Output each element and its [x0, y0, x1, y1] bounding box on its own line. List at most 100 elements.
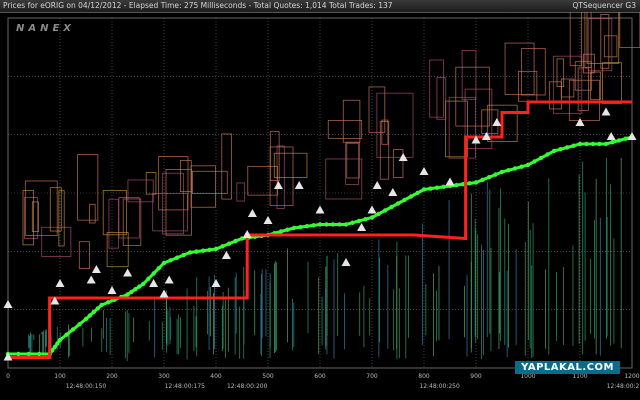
trade-dot — [402, 197, 407, 203]
trade-dot — [194, 249, 199, 254]
trade-marker — [91, 265, 101, 273]
trade-dot — [499, 169, 505, 175]
quote-box — [521, 48, 546, 96]
quote-box — [600, 14, 610, 69]
x-tick-label: 700 — [366, 373, 378, 380]
quote-box — [190, 165, 216, 208]
trade-dot — [87, 313, 93, 318]
x-tick-label: 1100 — [572, 373, 587, 380]
trade-marker — [341, 258, 351, 266]
trade-dot — [610, 140, 615, 145]
trade-marker — [606, 132, 616, 140]
app-name: QTSequencer G3 — [572, 1, 636, 10]
trade-dot — [480, 177, 485, 183]
trade-marker — [149, 279, 159, 287]
trade-dot — [317, 222, 323, 227]
time-label: 12:48:00:175 — [165, 383, 206, 390]
trade-dot — [525, 162, 531, 168]
trade-dot — [52, 344, 57, 350]
trade-dot — [311, 223, 316, 228]
trade-dot — [187, 250, 193, 255]
x-tick-label: 300 — [158, 373, 170, 380]
trade-dot — [207, 247, 212, 253]
quote-box — [269, 146, 294, 206]
trade-marker — [3, 300, 13, 308]
quote-box — [78, 241, 90, 269]
quote-box — [586, 12, 620, 64]
trade-dot — [415, 190, 420, 196]
trade-marker — [388, 188, 398, 196]
trade-marker — [627, 132, 637, 140]
trade-marker — [273, 181, 283, 189]
trade-dot — [99, 302, 104, 308]
trade-marker — [164, 275, 174, 284]
trade-dot — [156, 266, 161, 271]
quote-box — [122, 198, 142, 246]
trade-dot — [91, 309, 97, 315]
quote-box — [603, 35, 618, 58]
quote-box — [346, 141, 360, 179]
quote-box — [577, 67, 589, 111]
trade-marker — [445, 177, 455, 186]
quote-box — [455, 66, 490, 127]
trade-dot — [571, 143, 576, 148]
trade-dot — [37, 351, 42, 357]
quote-box — [145, 172, 157, 195]
quote-box — [376, 92, 414, 158]
quote-box — [236, 182, 246, 202]
trade-marker — [221, 251, 231, 259]
quote-box — [152, 193, 188, 232]
trade-marker — [367, 205, 377, 214]
trade-dot — [304, 224, 310, 229]
trade-dot — [421, 187, 427, 192]
x-tick-label: 1000 — [520, 373, 535, 380]
quote-box — [118, 197, 140, 239]
time-label: 12:48:00:275 — [607, 383, 640, 390]
trade-dot — [55, 341, 60, 346]
trade-dot — [133, 287, 138, 292]
trade-dot — [285, 227, 290, 232]
trade-dot — [584, 141, 589, 147]
trade-dot — [577, 141, 583, 147]
quote-lines-low — [28, 158, 622, 361]
trade-dot — [291, 225, 297, 231]
trade-dot — [538, 155, 544, 161]
trade-dot — [363, 217, 368, 222]
trade-dot — [616, 138, 622, 143]
x-tick-label: 400 — [210, 373, 222, 380]
trade-dot — [105, 300, 111, 305]
trade-dot — [369, 215, 375, 220]
trade-marker — [601, 107, 611, 116]
trade-dot — [512, 166, 518, 171]
trade-dot — [330, 222, 336, 227]
trade-dot — [337, 222, 342, 227]
trade-dot — [603, 141, 609, 147]
trade-dot — [168, 258, 173, 263]
trade-marker — [247, 209, 257, 217]
trade-dot — [590, 141, 596, 147]
trade-dot — [181, 252, 186, 258]
trade-marker — [123, 268, 133, 277]
x-tick-label: 500 — [262, 373, 274, 380]
trade-dot — [95, 306, 100, 311]
trade-dot — [70, 327, 76, 332]
x-tick-label: 100 — [54, 373, 66, 380]
x-tick-label: 600 — [314, 373, 326, 380]
trade-marker — [263, 216, 273, 224]
trade-marker — [419, 167, 429, 175]
quote-box — [619, 12, 640, 48]
trade-dot — [623, 136, 628, 141]
trade-marker — [372, 181, 382, 189]
trade-dot — [125, 292, 130, 297]
trade-dot — [83, 316, 89, 322]
trade-marker — [211, 279, 221, 287]
trade-dot — [146, 276, 151, 281]
quote-box — [552, 55, 583, 114]
trade-dot — [545, 152, 550, 157]
trade-dot — [298, 224, 303, 230]
trade-dot — [26, 351, 31, 357]
x-tick-label: 1200 — [624, 373, 639, 380]
trade-dot — [467, 181, 472, 186]
time-label: 12:48:00:150 — [66, 383, 107, 390]
trade-dot — [350, 220, 355, 225]
